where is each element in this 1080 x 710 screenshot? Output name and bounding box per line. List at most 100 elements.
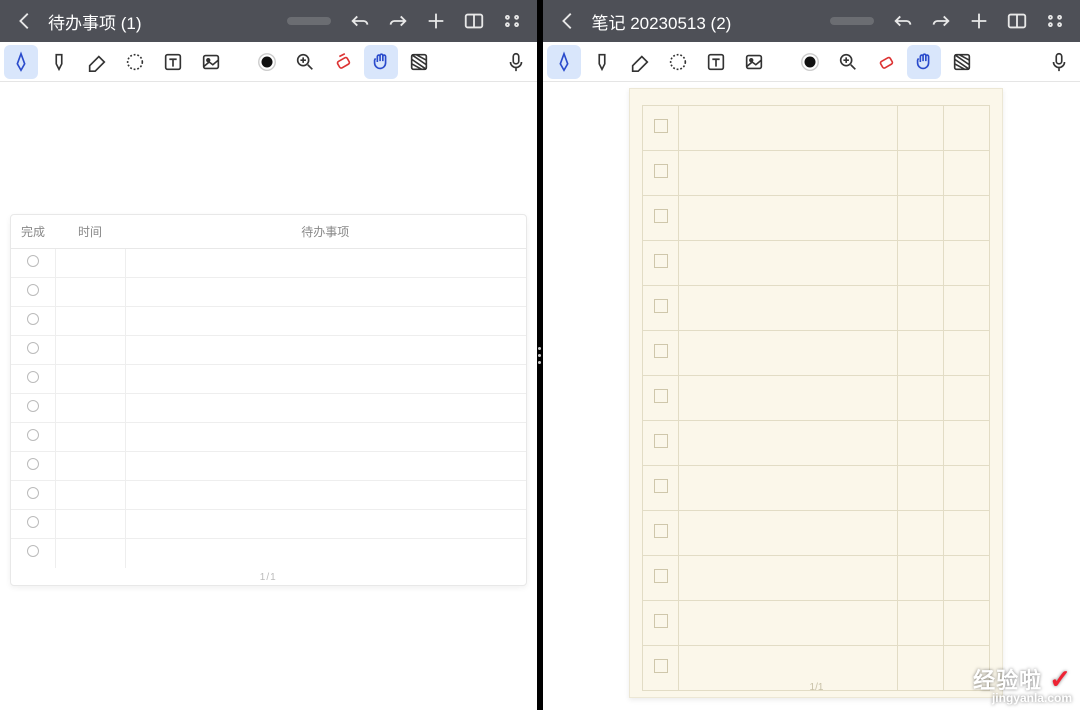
checkbox-square[interactable] <box>654 299 668 313</box>
back-button[interactable] <box>6 0 44 42</box>
split-button-r[interactable] <box>998 0 1036 42</box>
table-row[interactable] <box>11 539 526 568</box>
checkbox-circle[interactable] <box>27 313 39 325</box>
window-handle-r[interactable] <box>830 17 874 25</box>
table-row[interactable] <box>11 510 526 539</box>
checkbox-square[interactable] <box>654 119 668 133</box>
checkbox-square[interactable] <box>654 434 668 448</box>
redo-button[interactable] <box>379 0 417 42</box>
color-tool-r[interactable] <box>793 45 827 79</box>
checkbox-square[interactable] <box>654 479 668 493</box>
checkbox-square[interactable] <box>654 659 668 673</box>
split-button[interactable] <box>455 0 493 42</box>
checkbox-square[interactable] <box>654 569 668 583</box>
table-row[interactable] <box>643 106 990 151</box>
undo-button[interactable] <box>341 0 379 42</box>
checkbox-circle[interactable] <box>27 487 39 499</box>
zoom-tool[interactable] <box>288 45 322 79</box>
table-row[interactable] <box>643 601 990 646</box>
checkbox-square[interactable] <box>654 614 668 628</box>
table-row[interactable] <box>11 365 526 394</box>
table-row[interactable] <box>643 196 990 241</box>
pattern-tool[interactable] <box>402 45 436 79</box>
checkbox-circle[interactable] <box>27 516 39 528</box>
eraser-tool[interactable] <box>80 45 114 79</box>
mic-tool[interactable] <box>499 45 533 79</box>
checkbox-circle[interactable] <box>27 458 39 470</box>
checkbox-circle[interactable] <box>27 342 39 354</box>
table-row[interactable] <box>643 511 990 556</box>
table-row[interactable] <box>11 336 526 365</box>
highlighter-tool[interactable] <box>42 45 76 79</box>
pattern-tool-r[interactable] <box>945 45 979 79</box>
zoom-tool-r[interactable] <box>831 45 865 79</box>
hand-tool-r[interactable] <box>907 45 941 79</box>
image-tool-r[interactable] <box>737 45 771 79</box>
highlighter-tool-r[interactable] <box>585 45 619 79</box>
todo-table: 完成 时间 待办事项 <box>11 215 526 568</box>
hand-icon <box>913 51 935 73</box>
plus-icon <box>968 10 990 32</box>
table-row[interactable] <box>643 286 990 331</box>
col-task-header: 待办事项 <box>125 215 526 249</box>
pen-tool-r[interactable] <box>547 45 581 79</box>
table-row[interactable] <box>11 307 526 336</box>
table-row[interactable] <box>643 556 990 601</box>
title-right: 笔记 20230513 (2) <box>591 9 731 34</box>
add-button[interactable] <box>417 0 455 42</box>
checkbox-square[interactable] <box>654 164 668 178</box>
note-page-number: 1/1 <box>630 682 1002 693</box>
checkbox-square[interactable] <box>654 389 668 403</box>
table-row[interactable] <box>643 241 990 286</box>
table-row[interactable] <box>11 278 526 307</box>
table-row[interactable] <box>11 249 526 278</box>
text-tool[interactable] <box>156 45 190 79</box>
text-icon <box>162 51 184 73</box>
undo-button-r[interactable] <box>884 0 922 42</box>
checkbox-circle[interactable] <box>27 284 39 296</box>
lasso-tool-r[interactable] <box>661 45 695 79</box>
eraser-tool-r[interactable] <box>623 45 657 79</box>
checkbox-circle[interactable] <box>27 255 39 267</box>
more-icon <box>1044 10 1066 32</box>
eraser2-tool-r[interactable] <box>869 45 903 79</box>
checkbox-square[interactable] <box>654 209 668 223</box>
table-row[interactable] <box>643 376 990 421</box>
add-button-r[interactable] <box>960 0 998 42</box>
more-button-r[interactable] <box>1036 0 1074 42</box>
table-row[interactable] <box>11 394 526 423</box>
table-row[interactable] <box>11 452 526 481</box>
table-row[interactable] <box>643 331 990 376</box>
lasso-tool[interactable] <box>118 45 152 79</box>
table-row[interactable] <box>643 466 990 511</box>
pane-divider[interactable] <box>537 0 544 710</box>
table-row[interactable] <box>11 481 526 510</box>
table-row[interactable] <box>643 421 990 466</box>
checkbox-square[interactable] <box>654 254 668 268</box>
header-right: 笔记 20230513 (2) <box>543 0 1080 42</box>
window-handle[interactable] <box>287 17 331 25</box>
pen-tool[interactable] <box>4 45 38 79</box>
right-pane: 笔记 20230513 (2) 1/1 <box>543 0 1080 710</box>
checkbox-square[interactable] <box>654 344 668 358</box>
eraser2-tool[interactable] <box>326 45 360 79</box>
redo-button-r[interactable] <box>922 0 960 42</box>
checkbox-circle[interactable] <box>27 371 39 383</box>
mic-tool-r[interactable] <box>1042 45 1076 79</box>
canvas-right[interactable]: 1/1 <box>543 82 1080 710</box>
image-tool[interactable] <box>194 45 228 79</box>
checkbox-square[interactable] <box>654 524 668 538</box>
back-button-r[interactable] <box>549 0 587 42</box>
table-row[interactable] <box>643 151 990 196</box>
checkbox-circle[interactable] <box>27 400 39 412</box>
toolbar-right <box>543 42 1080 82</box>
text-tool-r[interactable] <box>699 45 733 79</box>
checkbox-circle[interactable] <box>27 545 39 557</box>
checkbox-circle[interactable] <box>27 429 39 441</box>
table-row[interactable] <box>11 423 526 452</box>
hand-tool[interactable] <box>364 45 398 79</box>
canvas-left[interactable]: 完成 时间 待办事项 1/1 <box>0 82 537 710</box>
more-button[interactable] <box>493 0 531 42</box>
color-tool[interactable] <box>250 45 284 79</box>
todo-card: 完成 时间 待办事项 1/1 <box>10 214 527 586</box>
